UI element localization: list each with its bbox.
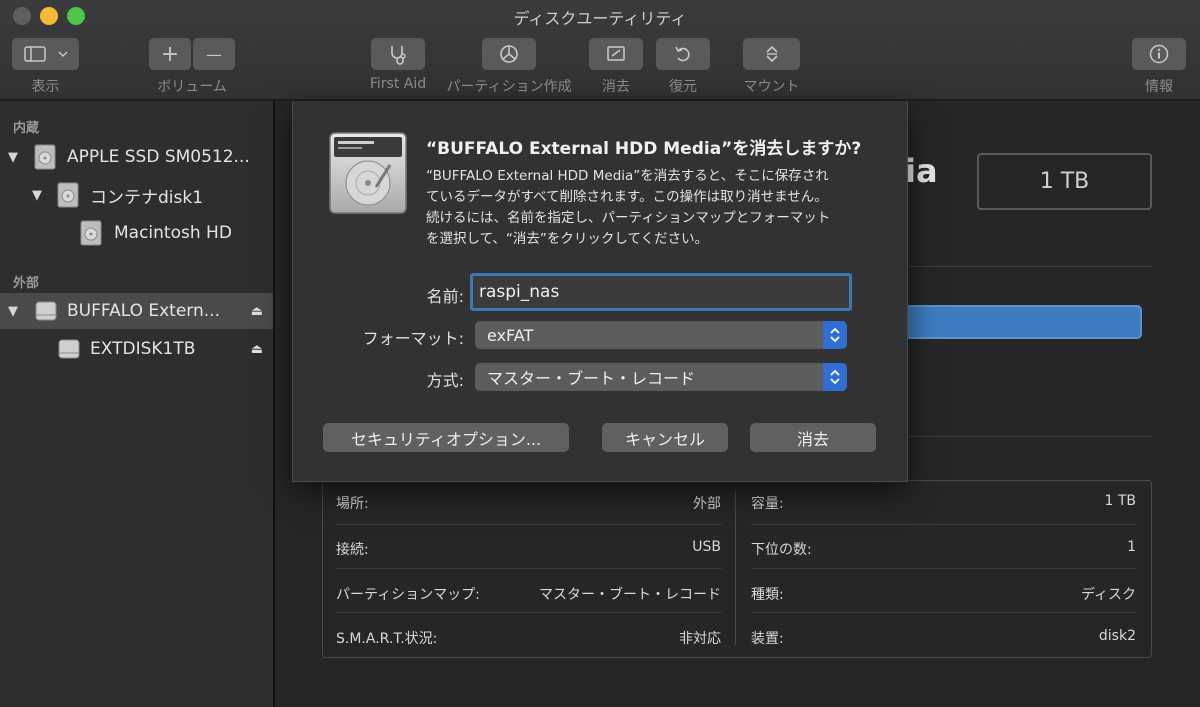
name-input[interactable] xyxy=(470,273,852,311)
pie-chart-icon xyxy=(500,45,518,63)
capacity-value: 1 TB xyxy=(1104,493,1136,509)
info-column-divider xyxy=(735,491,736,645)
hard-disk-icon xyxy=(329,132,407,214)
message-line: 続けるには、名前を指定し、パーティションマップとフォーマット xyxy=(426,210,831,226)
first-aid-button[interactable] xyxy=(371,38,425,70)
minus-icon: — xyxy=(206,44,222,64)
type-value: ディスク xyxy=(1080,587,1136,603)
mount-button[interactable] xyxy=(743,38,800,70)
stethoscope-icon xyxy=(391,46,406,65)
sidebar-view-icon xyxy=(23,46,68,62)
select-arrows-icon xyxy=(823,321,847,349)
divider xyxy=(905,436,1152,437)
internal-disk-icon xyxy=(34,144,56,170)
message-line: “BUFFALO External HDD Media”を消去すると、そこに保存… xyxy=(426,168,829,184)
view-label: 表示 xyxy=(31,79,60,95)
location-label: 場所: xyxy=(336,496,369,512)
info-button[interactable] xyxy=(1132,38,1186,70)
cancel-button[interactable]: キャンセル xyxy=(602,423,728,452)
format-select[interactable]: exFAT xyxy=(475,321,847,349)
sidebar-item-label: APPLE SSD SM0512... xyxy=(67,147,250,167)
sidebar-item-label: コンテナdisk1 xyxy=(90,187,204,208)
scheme-label: 方式: xyxy=(426,371,464,390)
location-value: 外部 xyxy=(693,496,721,512)
connection-value: USB xyxy=(692,539,721,555)
security-options-button[interactable]: セキュリティオプション... xyxy=(323,423,569,452)
sidebar-item-buffalo[interactable]: ▼ BUFFALO Extern... ⏏ xyxy=(0,293,273,329)
disk-title-fragment: ia xyxy=(905,152,938,190)
disclosure-triangle-icon[interactable]: ▼ xyxy=(8,150,18,165)
disclosure-triangle-icon[interactable]: ▼ xyxy=(8,304,18,319)
row-divider xyxy=(751,612,1137,613)
sheet-message: “BUFFALO External HDD Media”を消去すると、そこに保存… xyxy=(426,166,882,250)
external-disk-icon xyxy=(35,301,57,321)
smart-status-label: S.M.A.R.T.状況: xyxy=(336,631,438,647)
erase-button[interactable]: 消去 xyxy=(750,423,876,452)
sidebar-item-label: BUFFALO Extern... xyxy=(67,301,220,321)
view-button[interactable] xyxy=(12,38,79,70)
first-aid-label: First Aid xyxy=(369,76,427,92)
restore-arrow-icon xyxy=(675,46,690,62)
capacity-box: 1 TB xyxy=(977,153,1152,210)
sidebar: 内蔵 ▼ APPLE SSD SM0512... ▼ コンテナdisk1 Mac… xyxy=(0,101,273,707)
partition-button[interactable] xyxy=(482,38,536,70)
row-divider xyxy=(751,568,1137,569)
internal-section-header: 内蔵 xyxy=(13,121,40,136)
restore-label: 復元 xyxy=(669,79,697,95)
connection-label: 接続: xyxy=(336,542,369,558)
add-volume-button[interactable]: + xyxy=(149,38,191,70)
partition-label: パーティション作成 xyxy=(446,79,572,95)
message-line: を選択して、“消去”をクリックしてください。 xyxy=(426,231,709,247)
divider xyxy=(905,266,1152,267)
row-divider xyxy=(336,612,722,613)
row-divider xyxy=(751,524,1137,525)
eject-icon[interactable]: ⏏ xyxy=(251,342,263,357)
sidebar-item-label: EXTDISK1TB xyxy=(90,339,196,359)
remove-volume-button[interactable]: — xyxy=(193,38,235,70)
mount-label: マウント xyxy=(743,79,800,95)
select-arrows-icon xyxy=(823,363,847,391)
scheme-select-value: マスター・ブート・レコード xyxy=(487,369,696,388)
volume-label: ボリューム xyxy=(157,79,227,95)
external-volume-icon xyxy=(58,339,80,359)
row-divider xyxy=(336,568,722,569)
window-titlebar: ディスクユーティリティ 表示 + — ボリューム First Aid パーティシ… xyxy=(0,0,1200,100)
name-label: 名前: xyxy=(426,287,464,306)
smart-status-value: 非対応 xyxy=(679,631,721,647)
sidebar-item-extdisk1tb[interactable]: EXTDISK1TB ⏏ xyxy=(0,331,273,367)
capacity-label: 容量: xyxy=(751,496,784,512)
type-label: 種類: xyxy=(751,587,784,603)
mount-icon xyxy=(765,45,778,63)
row-divider xyxy=(336,524,722,525)
message-line: ているデータがすべて削除されます。この操作は取り消せません。 xyxy=(426,189,828,205)
partition-map-label: パーティションマップ: xyxy=(336,587,480,603)
eraser-icon xyxy=(607,46,625,61)
eject-icon[interactable]: ⏏ xyxy=(251,304,263,319)
sidebar-item-apple-ssd[interactable]: ▼ APPLE SSD SM0512... xyxy=(0,139,273,175)
restore-button[interactable] xyxy=(656,38,710,70)
device-value: disk2 xyxy=(1098,628,1136,644)
sidebar-item-container-disk1[interactable]: ▼ コンテナdisk1 xyxy=(0,177,273,213)
erase-toolbar-button[interactable] xyxy=(589,38,643,70)
format-select-value: exFAT xyxy=(487,325,534,345)
plus-icon: + xyxy=(160,41,180,67)
format-label: フォーマット: xyxy=(362,329,464,348)
disclosure-triangle-icon[interactable]: ▼ xyxy=(32,188,42,203)
window-title: ディスクユーティリティ xyxy=(513,9,687,28)
external-section-header: 外部 xyxy=(13,276,40,291)
usage-bar xyxy=(905,305,1142,339)
children-count-value: 1 xyxy=(1127,539,1136,555)
partition-map-value: マスター・ブート・レコード xyxy=(539,587,721,603)
sheet-title: “BUFFALO External HDD Media”を消去しますか? xyxy=(426,139,862,159)
sidebar-item-macintosh-hd[interactable]: Macintosh HD xyxy=(0,215,273,251)
volume-disk-icon xyxy=(80,220,102,246)
erase-label: 消去 xyxy=(602,79,630,95)
container-disk-icon xyxy=(57,182,79,208)
info-label: 情報 xyxy=(1145,79,1173,95)
info-icon xyxy=(1149,44,1169,64)
scheme-select[interactable]: マスター・ブート・レコード xyxy=(475,363,847,391)
children-count-label: 下位の数: xyxy=(751,542,812,558)
device-label: 装置: xyxy=(751,631,784,647)
sidebar-item-label: Macintosh HD xyxy=(114,223,232,243)
